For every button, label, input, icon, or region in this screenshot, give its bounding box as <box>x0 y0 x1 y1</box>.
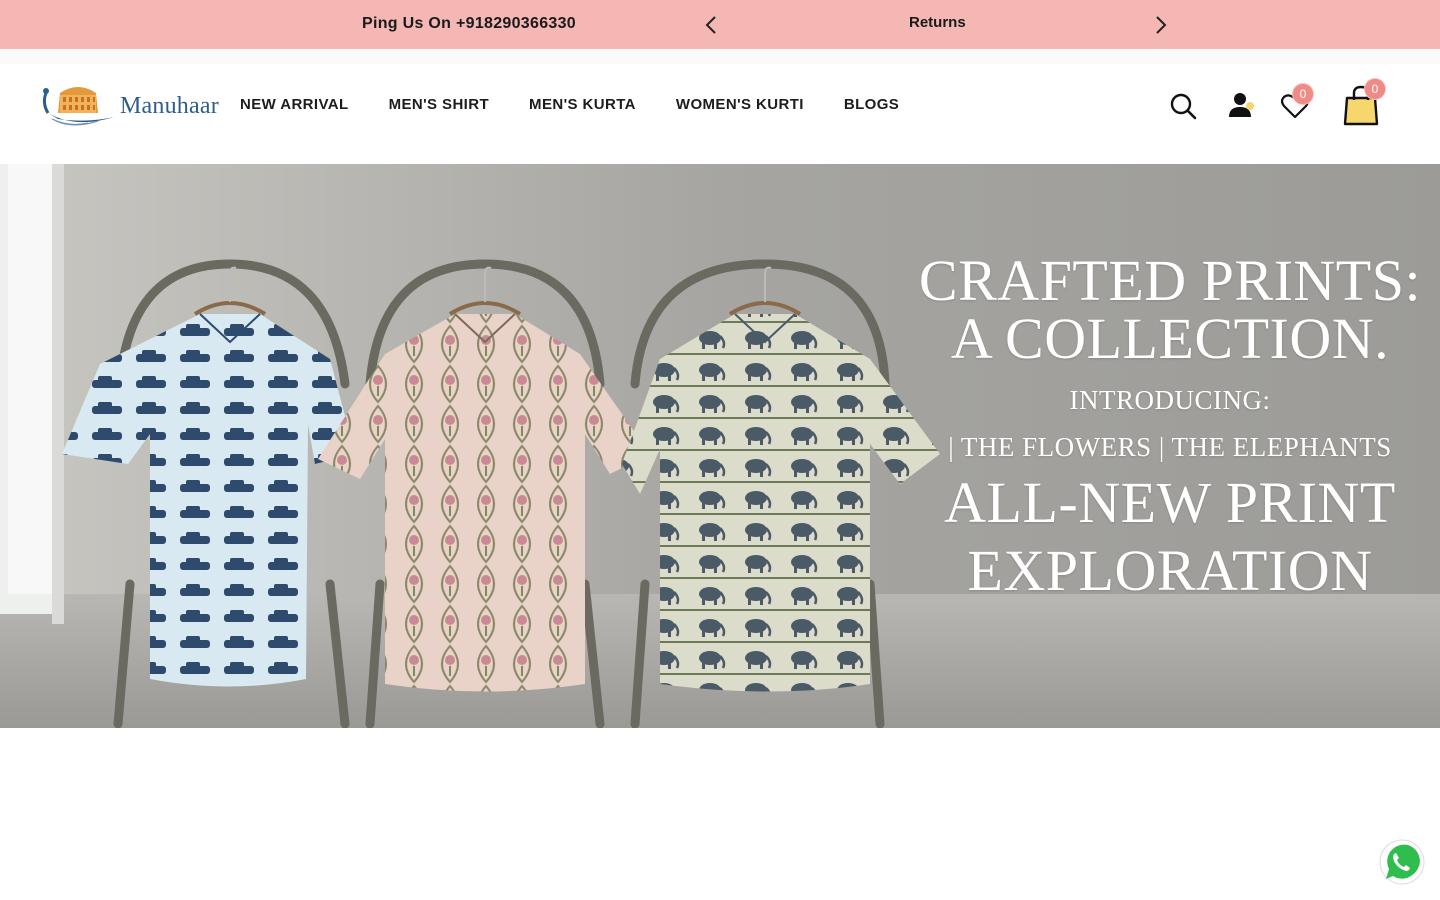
account-button[interactable] <box>1227 90 1257 120</box>
site-header: Manuhaar NEW ARRIVAL MEN'S SHIRT MEN'S K… <box>0 49 1440 164</box>
hero-tagline-line-1: ALL-NEW PRINT <box>944 470 1396 535</box>
header-divider <box>0 49 1440 64</box>
whatsapp-icon <box>1379 839 1425 885</box>
hero-heading-line-1: CRAFTED PRINTS: <box>918 248 1422 313</box>
announcement-prev-button[interactable] <box>698 12 724 38</box>
hero-heading-line-2: A COLLECTION. <box>950 306 1390 371</box>
search-button[interactable] <box>1168 91 1198 121</box>
announcement-bar: Ping Us On +918290366330 Returns <box>0 0 1440 49</box>
chevron-right-icon <box>1156 16 1167 34</box>
search-icon <box>1170 93 1197 120</box>
phone-contact-link[interactable]: Ping Us On +918290366330 <box>362 15 576 33</box>
hero-copy: CRAFTED PRINTS: A COLLECTION. INTRODUCIN… <box>900 248 1440 603</box>
whatsapp-chat-button[interactable] <box>1378 838 1426 886</box>
wishlist-count-badge: 0 <box>1292 83 1314 105</box>
hero-banner[interactable]: CRAFTED PRINTS: A COLLECTION. INTRODUCIN… <box>0 164 1440 728</box>
header-actions: 0 0 <box>0 78 1440 141</box>
hero-subheading-line-2: | THE FLOWERS | THE ELEPHANTS <box>948 432 1392 462</box>
announcement-next-button[interactable] <box>1148 12 1174 38</box>
announcement-message[interactable]: Returns <box>909 14 966 31</box>
hero-subheading-line-1: INTRODUCING: <box>1069 385 1271 415</box>
chevron-left-icon <box>705 16 716 34</box>
cart-count-badge: 0 <box>1364 78 1386 100</box>
user-icon <box>1229 93 1254 117</box>
hero-tagline-line-2: EXPLORATION <box>967 538 1373 603</box>
